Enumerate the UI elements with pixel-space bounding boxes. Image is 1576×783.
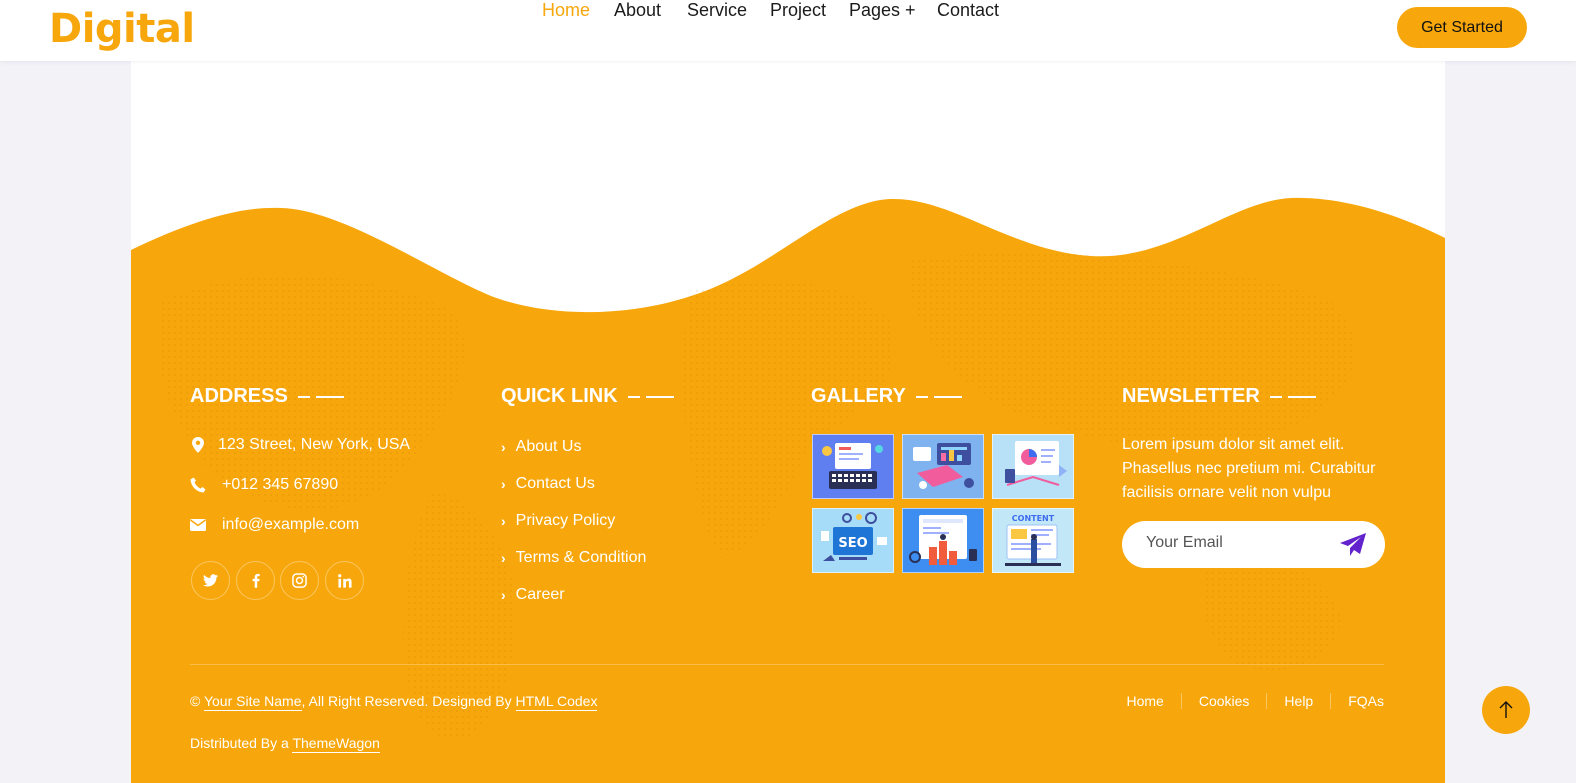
quick-link-privacy-policy[interactable]: › Privacy Policy: [501, 512, 615, 530]
twitter-icon[interactable]: [191, 561, 230, 600]
footer-menu-cookies[interactable]: Cookies: [1182, 693, 1268, 709]
footer: ADDRESS 123 Street, New York, USA +012 3…: [131, 61, 1445, 783]
gallery-image-3[interactable]: [992, 434, 1074, 499]
content-illustration-icon: CONTENT: [1005, 514, 1061, 566]
laptop-illustration-icon: [822, 443, 883, 489]
footer-menu: Home Cookies Help FQAs: [1109, 693, 1384, 709]
back-to-top-button[interactable]: [1482, 686, 1530, 734]
send-paper-plane-icon[interactable]: [1339, 532, 1367, 558]
map-marker-icon: [188, 437, 208, 453]
address-email-row: info@example.com: [188, 516, 359, 534]
newsletter-email-input[interactable]: [1146, 534, 1326, 552]
copyright-symbol: ©: [190, 693, 201, 709]
footer-menu-fqas[interactable]: FQAs: [1331, 693, 1384, 709]
title-divider: [315, 395, 344, 398]
address-title-text: ADDRESS: [190, 385, 288, 407]
newsletter-title-text: NEWSLETTER: [1122, 385, 1260, 407]
envelope-icon: [188, 519, 208, 531]
nav-service[interactable]: Service: [687, 0, 747, 21]
chevron-right-icon: ›: [501, 587, 506, 603]
title-divider: [915, 395, 928, 398]
address-phone-row: +012 345 67890: [188, 476, 338, 494]
phone-icon: [188, 477, 208, 493]
get-started-button[interactable]: Get Started: [1397, 7, 1527, 48]
ranking-illustration-icon: [909, 515, 977, 565]
quick-link-title-text: QUICK LINK: [501, 385, 618, 407]
chevron-right-icon: ›: [501, 439, 506, 455]
gallery-image-2[interactable]: [902, 434, 984, 499]
facebook-icon[interactable]: [236, 561, 275, 600]
seo-illustration-icon: SEO: [821, 512, 887, 561]
instagram-icon[interactable]: [280, 561, 319, 600]
arrow-up-icon: [1499, 701, 1513, 718]
gallery-image-5[interactable]: [902, 508, 984, 573]
newsletter-description: Lorem ipsum dolor sit amet elit. Phasell…: [1122, 436, 1376, 501]
quick-link-label: Terms & Condition: [515, 549, 647, 566]
gallery-title: GALLERY: [811, 385, 962, 408]
gallery-title-text: GALLERY: [811, 385, 906, 407]
designer-link[interactable]: HTML Codex: [515, 693, 598, 711]
gallery-image-4[interactable]: SEO: [812, 508, 894, 573]
nav-home[interactable]: Home: [542, 0, 590, 21]
address-phone: +012 345 67890: [222, 476, 339, 493]
quick-link-label: Privacy Policy: [515, 512, 616, 529]
title-divider: [933, 395, 962, 398]
nav-project[interactable]: Project: [770, 0, 826, 21]
world-map-dots-icon: [157, 253, 1356, 741]
title-divider: [1269, 395, 1282, 398]
copyright-line: © Your Site Name, All Right Reserved. De…: [190, 693, 598, 711]
distributed-text: Distributed By a: [190, 735, 289, 751]
quick-link-contact-us[interactable]: › Contact Us: [501, 475, 595, 493]
title-divider: [627, 395, 640, 398]
quick-link-label: About Us: [515, 438, 582, 455]
footer-divider: [190, 664, 1384, 665]
footer-menu-help[interactable]: Help: [1267, 693, 1332, 709]
chevron-right-icon: ›: [501, 513, 506, 529]
title-divider: [297, 395, 310, 398]
linkedin-icon[interactable]: [325, 561, 364, 600]
quick-link-label: Career: [515, 586, 565, 603]
address-title: ADDRESS: [190, 385, 344, 408]
nav-pages-dropdown[interactable]: Pages +: [849, 0, 916, 21]
copyright-text: , All Right Reserved. Designed By: [301, 693, 512, 709]
quick-link-about-us[interactable]: › About Us: [501, 438, 581, 456]
newsletter-title: NEWSLETTER: [1122, 385, 1316, 408]
address-street: 123 Street, New York, USA: [218, 436, 411, 453]
distributed-line: Distributed By a ThemeWagon: [190, 735, 380, 753]
nav-contact[interactable]: Contact: [937, 0, 999, 21]
seo-label: SEO: [838, 536, 867, 551]
quick-link-label: Contact Us: [515, 475, 595, 492]
navbar: Digital Home About Service Project Pages…: [0, 0, 1576, 61]
nav-about[interactable]: About: [614, 0, 661, 21]
brand-logo[interactable]: Digital: [49, 6, 195, 52]
quick-link-title: QUICK LINK: [501, 385, 674, 408]
distributor-link[interactable]: ThemeWagon: [292, 735, 380, 753]
address-email: info@example.com: [222, 516, 360, 533]
page-content: ADDRESS 123 Street, New York, USA +012 3…: [131, 61, 1445, 783]
gallery-image-6[interactable]: CONTENT: [992, 508, 1074, 573]
footer-menu-home[interactable]: Home: [1109, 693, 1182, 709]
quick-link-terms[interactable]: › Terms & Condition: [501, 549, 646, 567]
title-divider: [1287, 395, 1316, 398]
chevron-right-icon: ›: [501, 550, 506, 566]
quick-link-career[interactable]: › Career: [501, 586, 565, 604]
gallery-image-1[interactable]: [812, 434, 894, 499]
report-illustration-icon: [1005, 441, 1067, 486]
site-name-link[interactable]: Your Site Name: [203, 693, 302, 711]
address-street-row: 123 Street, New York, USA: [188, 436, 410, 454]
chevron-right-icon: ›: [501, 476, 506, 492]
analytics-illustration-icon: [913, 443, 974, 489]
content-label: CONTENT: [1012, 514, 1055, 523]
title-divider: [645, 395, 674, 398]
newsletter-form: [1122, 521, 1385, 568]
